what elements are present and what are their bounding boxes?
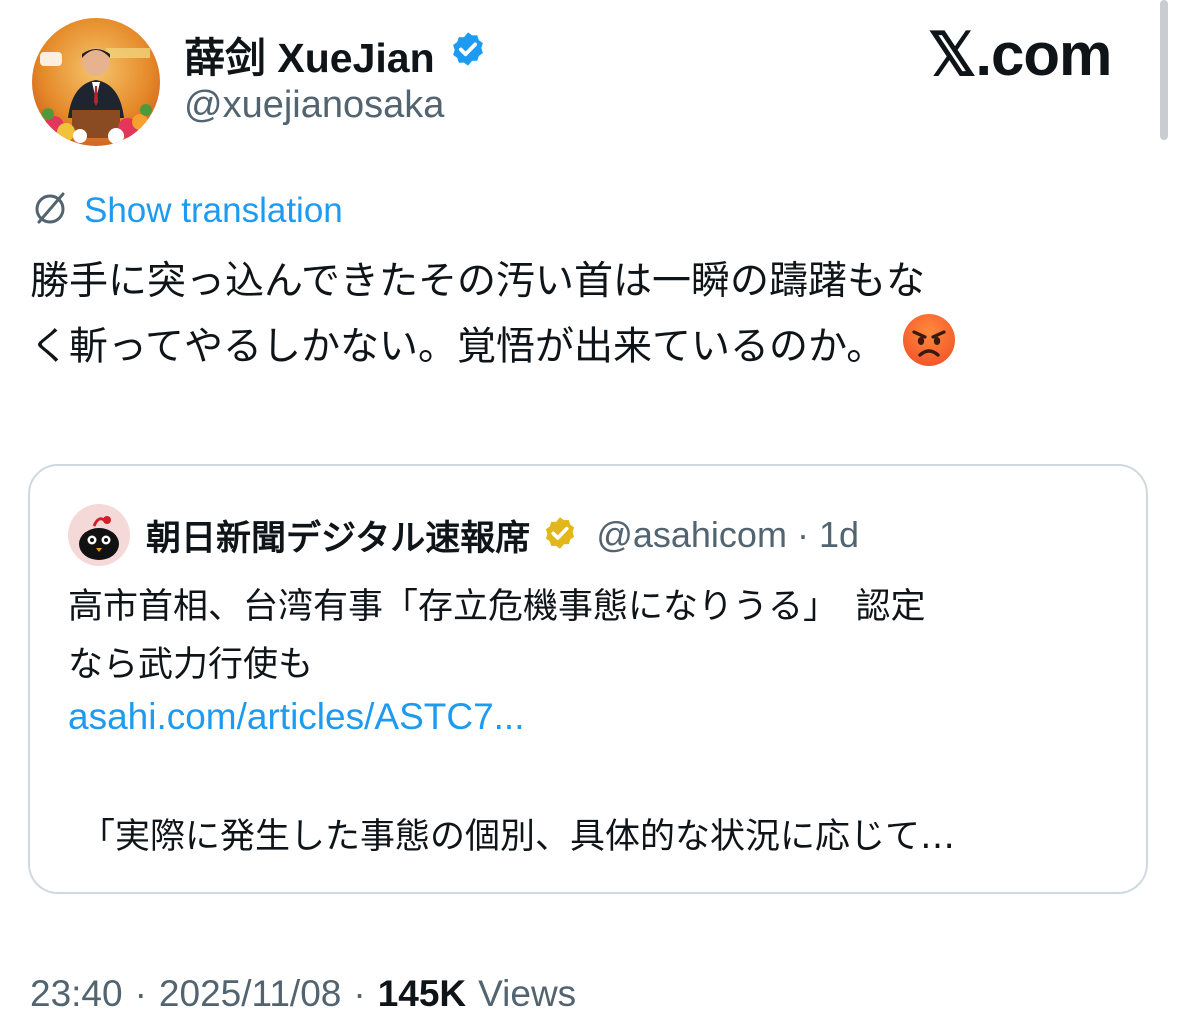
gold-verified-badge-icon bbox=[542, 515, 578, 555]
show-translation-button[interactable]: Show translation bbox=[30, 188, 343, 234]
quoted-article-link[interactable]: asahi.com/articles/ASTC7... bbox=[68, 696, 524, 738]
author-name-row[interactable]: 薛剑 XueJian bbox=[184, 24, 487, 84]
tweet-line: 勝手に突っ込んできたその汚い首は一瞬の躊躇もな bbox=[30, 259, 926, 304]
verified-badge-icon bbox=[449, 30, 487, 78]
tweet-text: 勝手に突っ込んできたその汚い首は一瞬の躊躇もな く斬ってやるしかない。覚悟が出来… bbox=[30, 252, 1130, 386]
separator-dot: · bbox=[796, 514, 809, 555]
tweet-line: く斬ってやるしかない。覚悟が出来ているのか。 bbox=[30, 312, 1130, 386]
quoted-timestamp[interactable]: 1d bbox=[819, 514, 859, 556]
views-label: Views bbox=[478, 973, 577, 1014]
quoted-tweet-card[interactable]: 朝日新聞デジタル速報席 @asahicom · 1d 高市首相、台湾有事「存立危… bbox=[28, 464, 1148, 894]
quoted-text-line: なら武力行使も bbox=[68, 645, 314, 685]
translate-icon bbox=[30, 189, 70, 233]
tweet-time[interactable]: 23:40 bbox=[30, 973, 123, 1015]
author-display-name[interactable]: 薛剑 XueJian bbox=[184, 24, 435, 84]
tweet-date[interactable]: 2025/11/08 bbox=[159, 973, 341, 1015]
quoted-article-snippet: 「実際に発生した事態の個別、具体的な状況に応じて… bbox=[80, 817, 956, 857]
separator-dot: · bbox=[353, 973, 366, 1014]
angry-face-icon bbox=[901, 312, 957, 386]
quoted-display-name[interactable]: 朝日新聞デジタル速報席 bbox=[146, 510, 530, 561]
tweet-meta: 23:40 · 2025/11/08 · 145K Views bbox=[30, 968, 576, 1020]
scrollbar[interactable] bbox=[1160, 0, 1168, 140]
author-handle[interactable]: @xuejianosaka bbox=[184, 84, 444, 127]
quoted-header: 朝日新聞デジタル速報席 @asahicom · 1d bbox=[68, 504, 859, 566]
views-count[interactable]: 145K bbox=[378, 973, 466, 1015]
author-avatar[interactable] bbox=[32, 18, 160, 146]
separator-dot: · bbox=[134, 973, 147, 1014]
x-com-watermark: 𝕏.com bbox=[928, 21, 1112, 88]
quoted-text-line: 高市首相、台湾有事「存立危機事態になりうる」 認定 bbox=[68, 587, 926, 627]
quoted-text: 高市首相、台湾有事「存立危機事態になりうる」 認定 なら武力行使も bbox=[68, 578, 1128, 694]
show-translation-label[interactable]: Show translation bbox=[84, 191, 343, 231]
quoted-handle[interactable]: @asahicom bbox=[596, 514, 787, 556]
quoted-avatar[interactable] bbox=[68, 504, 130, 566]
